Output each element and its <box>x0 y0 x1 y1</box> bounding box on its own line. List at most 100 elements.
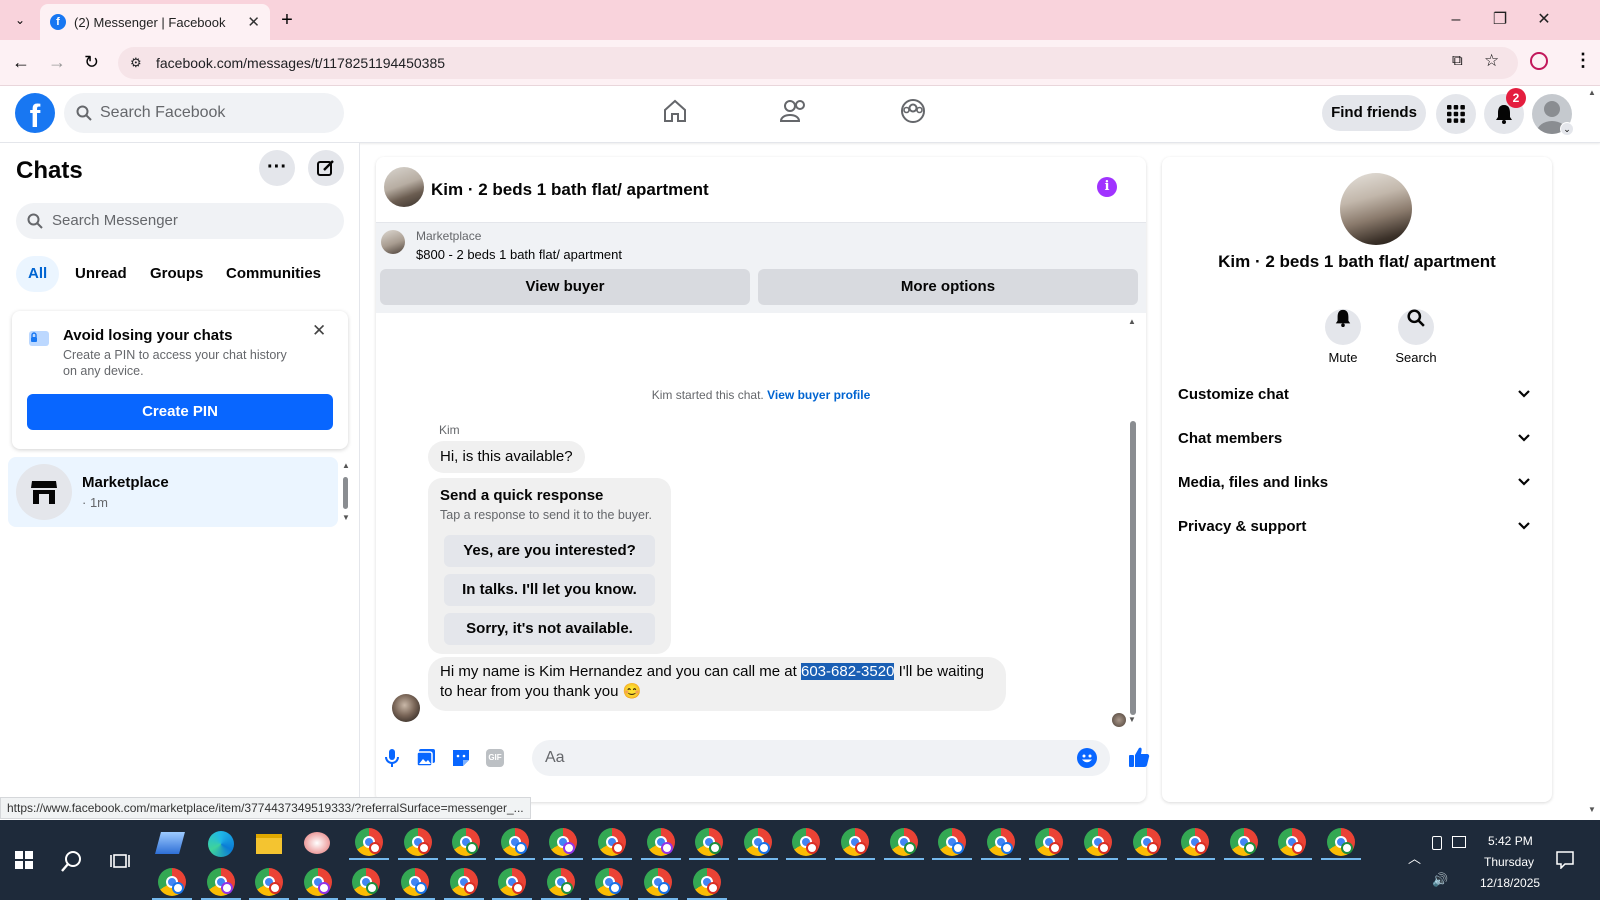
facebook-search-input[interactable]: Search Facebook <box>64 93 344 133</box>
pinned-app-icon[interactable] <box>304 832 330 854</box>
quick-response-talks[interactable]: In talks. I'll let you know. <box>444 574 655 606</box>
chrome-window-icon[interactable] <box>1035 828 1064 856</box>
chat-title[interactable]: Kim · 2 beds 1 bath flat/ apartment <box>431 180 709 200</box>
chrome-window-icon[interactable] <box>549 828 578 856</box>
profile-icon[interactable] <box>1530 52 1548 70</box>
chrome-window-icon[interactable] <box>452 828 481 856</box>
volume-icon[interactable]: 🔊 <box>1432 872 1448 888</box>
chrome-window-icon[interactable] <box>546 868 575 896</box>
network-icon[interactable] <box>1452 836 1466 848</box>
chrome-window-icon[interactable] <box>644 868 672 896</box>
quick-response-yes[interactable]: Yes, are you interested? <box>444 535 655 567</box>
close-icon[interactable]: ✕ <box>312 321 326 341</box>
chrome-window-icon[interactable] <box>595 868 624 896</box>
tab-list-dropdown-icon[interactable]: ⌄ <box>10 10 30 30</box>
scroll-down-icon[interactable]: ▼ <box>1128 715 1136 724</box>
edge-browser-icon[interactable] <box>208 831 234 857</box>
show-hidden-icons[interactable]: ︿ <box>1408 848 1421 867</box>
chrome-window-icon[interactable] <box>1327 828 1355 856</box>
restore-window-button[interactable]: ❐ <box>1488 8 1512 32</box>
chat-scrollbar[interactable]: ▲ ▼ <box>1128 317 1138 727</box>
pinned-app-icon[interactable] <box>155 832 185 854</box>
details-avatar[interactable] <box>1340 173 1412 245</box>
clock-time[interactable]: 5:42 PM <box>1488 834 1533 848</box>
chrome-window-icon[interactable] <box>303 868 332 896</box>
close-window-button[interactable]: ✕ <box>1532 8 1556 32</box>
chrome-window-icon[interactable] <box>1084 828 1112 856</box>
chrome-window-icon[interactable] <box>986 828 1015 856</box>
chrome-window-icon[interactable] <box>206 868 235 896</box>
view-buyer-profile-link[interactable]: View buyer profile <box>767 388 870 402</box>
section-customize-chat[interactable]: Customize chat <box>1178 375 1538 415</box>
gif-icon[interactable]: GIF <box>486 749 504 767</box>
mute-button[interactable]: Mute <box>1319 300 1367 365</box>
chat-avatar[interactable] <box>384 167 424 207</box>
browser-tab[interactable]: f (2) Messenger | Facebook ✕ <box>40 4 270 40</box>
bookmark-star-icon[interactable]: ☆ <box>1484 51 1499 71</box>
message-bubble[interactable]: Hi my name is Kim Hernandez and you can … <box>428 657 1006 711</box>
scroll-up-icon[interactable]: ▲ <box>1128 317 1136 326</box>
chrome-window-icon[interactable] <box>743 828 772 856</box>
create-pin-button[interactable]: Create PIN <box>27 394 333 430</box>
emoji-icon[interactable] <box>1077 748 1097 768</box>
windows-start-icon[interactable] <box>15 851 33 869</box>
filter-communities[interactable]: Communities <box>214 256 333 292</box>
chrome-window-icon[interactable] <box>403 828 432 856</box>
forward-arrow-icon[interactable]: → <box>48 52 66 73</box>
section-privacy-support[interactable]: Privacy & support <box>1178 507 1538 547</box>
thumbs-up-icon[interactable] <box>1128 746 1150 768</box>
chrome-window-icon[interactable] <box>401 868 429 896</box>
chrome-window-icon[interactable] <box>889 828 918 856</box>
chrome-window-icon[interactable] <box>792 828 821 856</box>
quick-response-sorry[interactable]: Sorry, it's not available. <box>444 613 655 645</box>
search-conversation-button[interactable]: Search <box>1389 300 1443 365</box>
chrome-window-icon[interactable] <box>158 868 186 896</box>
account-chevron-icon[interactable]: ⌄ <box>1560 122 1574 136</box>
battery-icon[interactable] <box>1432 836 1442 850</box>
menu-grid-button[interactable] <box>1436 94 1476 134</box>
facebook-logo-icon[interactable]: f <box>15 93 55 133</box>
scroll-down-icon[interactable]: ▼ <box>342 513 350 522</box>
chrome-window-icon[interactable] <box>1229 828 1258 856</box>
chrome-window-icon[interactable] <box>598 828 626 856</box>
home-icon[interactable] <box>662 98 688 124</box>
page-scroll-up-icon[interactable]: ▲ <box>1588 88 1596 97</box>
conversation-item-marketplace[interactable]: Marketplace · 1m <box>8 457 338 527</box>
chrome-window-icon[interactable] <box>1181 828 1210 856</box>
reload-icon[interactable]: ↻ <box>84 52 99 73</box>
microphone-icon[interactable] <box>384 748 400 768</box>
page-scroll-down-icon[interactable]: ▼ <box>1588 805 1596 814</box>
new-message-button[interactable] <box>308 150 344 186</box>
message-bubble[interactable]: Hi, is this available? <box>428 441 585 473</box>
chrome-window-icon[interactable] <box>500 828 529 856</box>
clock-date[interactable]: 12/18/2025 <box>1480 876 1540 890</box>
file-explorer-icon[interactable] <box>256 834 282 854</box>
chrome-window-icon[interactable] <box>695 828 724 856</box>
friends-icon[interactable] <box>780 98 808 124</box>
chrome-window-icon[interactable] <box>498 868 527 896</box>
sidebar-scroll-thumb[interactable] <box>343 477 348 509</box>
chrome-window-icon[interactable] <box>355 828 383 856</box>
conversation-info-icon[interactable]: i <box>1097 177 1117 197</box>
more-options-button[interactable]: More options <box>758 269 1138 305</box>
chat-options-button[interactable]: ··· <box>259 150 295 186</box>
notification-center-icon[interactable] <box>1556 851 1574 869</box>
new-tab-button[interactable]: + <box>277 8 297 32</box>
chrome-window-icon[interactable] <box>692 868 721 896</box>
groups-icon[interactable] <box>900 98 926 124</box>
browser-menu-icon[interactable]: ⋮ <box>1574 50 1592 71</box>
minimize-window-button[interactable]: – <box>1444 8 1468 32</box>
view-buyer-button[interactable]: View buyer <box>380 269 750 305</box>
section-media-files-links[interactable]: Media, files and links <box>1178 463 1538 503</box>
find-friends-button[interactable]: Find friends <box>1322 95 1426 131</box>
task-view-icon[interactable] <box>110 852 130 870</box>
clock-day[interactable]: Thursday <box>1484 855 1534 869</box>
sticker-icon[interactable] <box>451 748 471 768</box>
tab-close-icon[interactable]: ✕ <box>247 13 260 31</box>
photo-icon[interactable] <box>416 748 436 768</box>
listing-title[interactable]: $800 - 2 beds 1 bath flat/ apartment <box>416 247 622 262</box>
chrome-window-icon[interactable] <box>1278 828 1307 856</box>
site-info-icon[interactable]: ⚙ <box>130 47 142 79</box>
scroll-up-icon[interactable]: ▲ <box>342 461 350 470</box>
back-arrow-icon[interactable]: ← <box>12 52 30 73</box>
